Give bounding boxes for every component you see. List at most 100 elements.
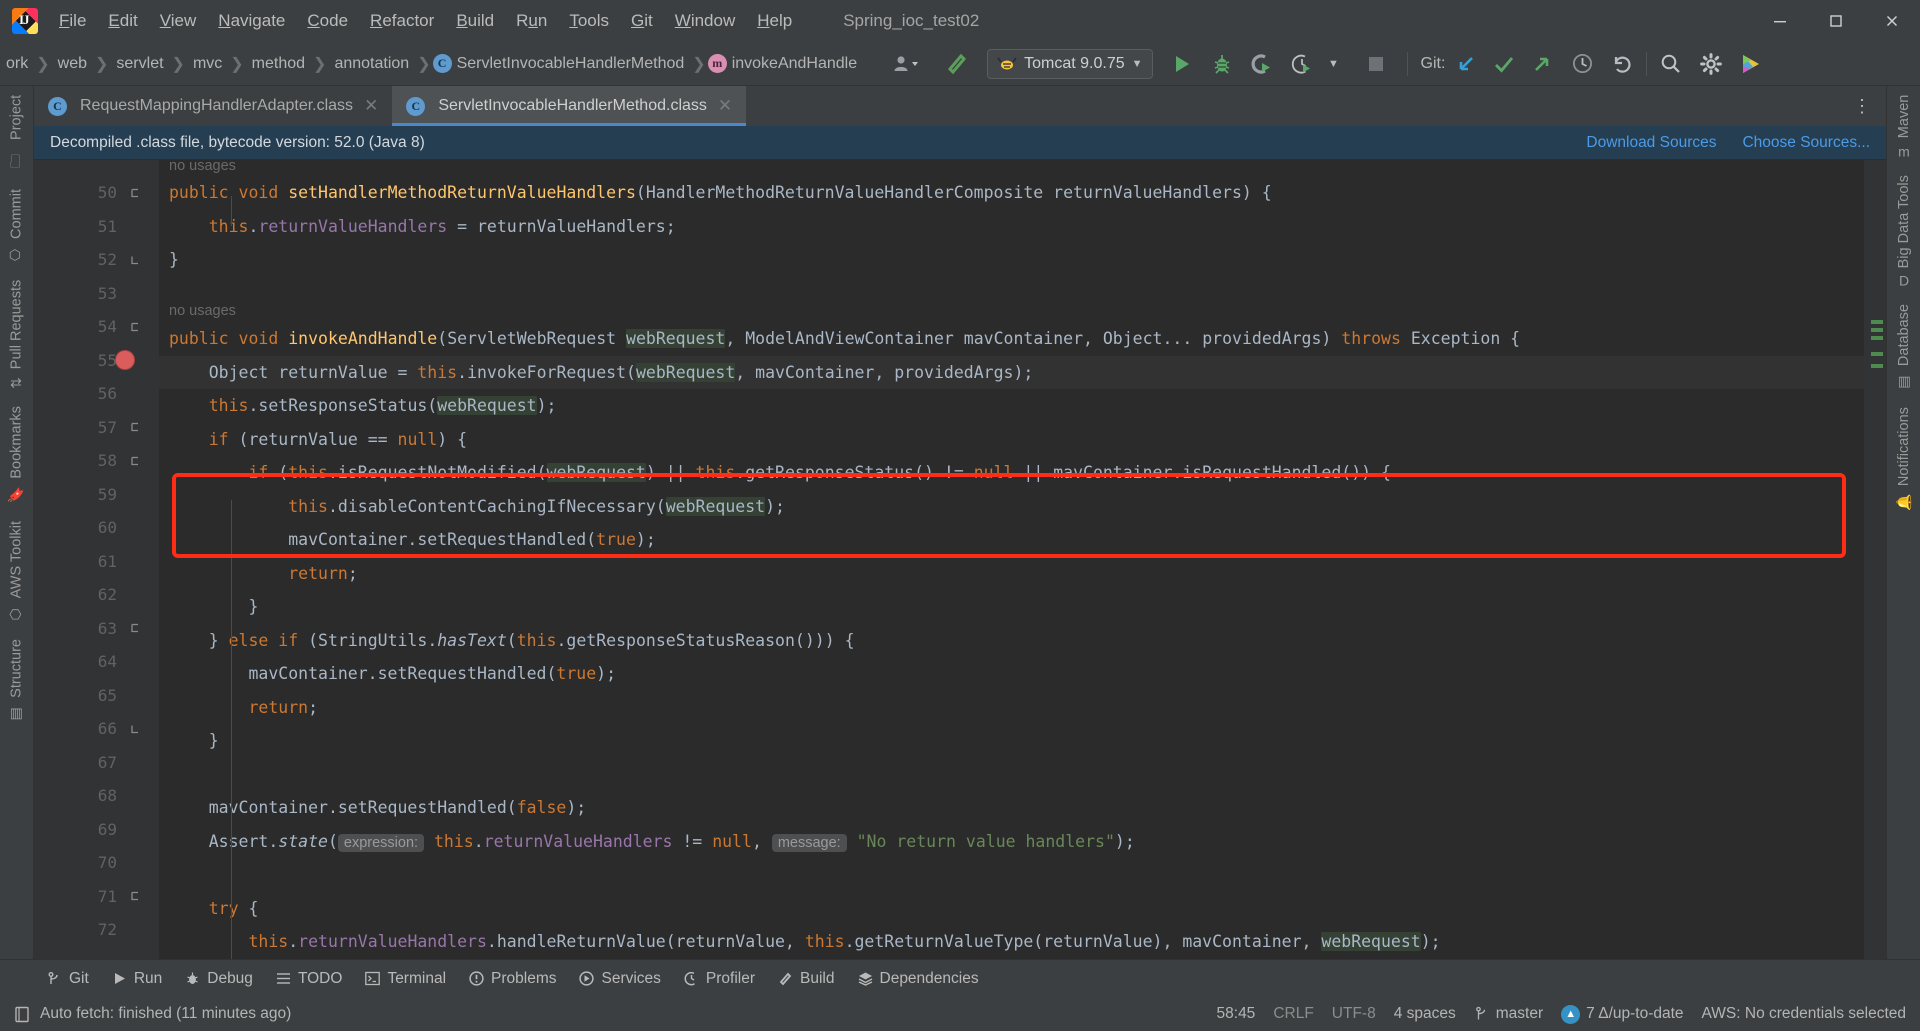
aws-credentials-widget[interactable]: AWS: No credentials selected — [1702, 1005, 1906, 1023]
breadcrumb-item-3[interactable]: mvc ❯ — [187, 54, 246, 74]
tool-window-dependencies[interactable]: Dependencies — [848, 966, 989, 992]
git-update-arrow-icon[interactable] — [1451, 49, 1481, 79]
tool-window-debug[interactable]: Debug — [175, 966, 263, 992]
breadcrumb-item-6[interactable]: C ServletInvocableHandlerMethod ❯ — [432, 54, 708, 74]
tab-servlet-invocable-handler-method[interactable]: C ServletInvocableHandlerMethod.class ✕ — [392, 86, 747, 126]
chevron-down-icon[interactable]: ▼ — [1319, 49, 1349, 79]
menu-navigate[interactable]: Navigate — [207, 7, 296, 35]
close-button[interactable] — [1864, 0, 1920, 42]
database-icon: ▤ — [1895, 372, 1912, 389]
menu-file[interactable]: File — [48, 7, 97, 35]
problems-icon — [469, 971, 484, 986]
menu-git[interactable]: Git — [620, 7, 664, 35]
fold-icon[interactable] — [130, 422, 141, 433]
line-separator[interactable]: CRLF — [1273, 1005, 1313, 1023]
fold-icon[interactable] — [130, 623, 141, 634]
code-content[interactable]: no usages public void setHandlerMethodRe… — [159, 160, 1864, 959]
tool-window-build[interactable]: Build — [768, 966, 844, 992]
debug-bug-icon[interactable] — [1207, 49, 1237, 79]
breadcrumb-item-7[interactable]: m invokeAndHandle — [707, 54, 863, 73]
sidebar-item-bookmarks[interactable]: 🔖 Bookmarks — [0, 397, 33, 512]
menu-edit[interactable]: Edit — [97, 7, 148, 35]
run-with-coverage-icon[interactable] — [1247, 49, 1277, 79]
code-line-57: if (returnValue == null) { — [208, 429, 468, 449]
minimize-button[interactable] — [1752, 0, 1808, 42]
hammer-build-icon[interactable] — [941, 49, 973, 79]
run-play-icon[interactable] — [1167, 49, 1197, 79]
breakpoint-icon[interactable] — [116, 351, 134, 370]
tool-window-terminal[interactable]: Terminal — [355, 966, 456, 992]
git-commit-check-icon[interactable] — [1489, 49, 1519, 79]
gutter-line-58: 58 — [34, 444, 159, 478]
close-icon[interactable]: ✕ — [364, 96, 378, 116]
update-status-widget[interactable]: ▲ 7 Δ/up-to-date — [1561, 1004, 1684, 1024]
choose-sources-link[interactable]: Choose Sources... — [1742, 134, 1870, 152]
gutter-line-66: 66 — [34, 712, 159, 746]
breadcrumb-item-5[interactable]: annotation ❯ — [328, 54, 432, 74]
more-options-icon[interactable]: ⋮ — [1839, 86, 1886, 126]
fold-icon[interactable] — [130, 891, 141, 902]
profiler-clock-icon[interactable] — [1287, 49, 1317, 79]
breadcrumb: ork ❯ web ❯ servlet ❯ mvc ❯ method ❯ annotati… — [0, 54, 863, 74]
file-encoding[interactable]: UTF-8 — [1332, 1005, 1376, 1023]
param-hint-message: message: — [771, 833, 847, 852]
sidebar-item-aws-toolkit[interactable]: ⬡ AWS Toolkit — [0, 512, 33, 630]
fold-icon[interactable] — [130, 187, 141, 198]
tool-window-run[interactable]: Run — [102, 966, 172, 992]
fold-icon[interactable] — [130, 723, 141, 734]
menu-code[interactable]: Code — [296, 7, 359, 35]
search-icon[interactable] — [1656, 49, 1686, 79]
tool-window-services[interactable]: Services — [569, 966, 670, 992]
tool-window-todo[interactable]: TODO — [266, 966, 353, 992]
close-icon[interactable]: ✕ — [718, 96, 732, 116]
ai-assistant-icon[interactable] — [1736, 49, 1766, 79]
decompiled-notification-banner: Decompiled .class file, bytecode version… — [34, 126, 1886, 160]
services-icon — [579, 971, 595, 986]
menu-tools[interactable]: Tools — [558, 7, 620, 35]
breadcrumb-item-4[interactable]: method ❯ — [246, 54, 329, 74]
tool-window-problems[interactable]: Problems — [459, 966, 566, 992]
sidebar-item-notifications[interactable]: 🔔 Notifications — [1895, 398, 1912, 519]
sidebar-item-maven[interactable]: m Maven — [1896, 86, 1912, 166]
breadcrumb-item-2[interactable]: servlet ❯ — [110, 54, 187, 74]
profiler-icon — [684, 971, 699, 986]
tool-window-profiler[interactable]: Profiler — [674, 966, 765, 992]
gear-settings-icon[interactable] — [1696, 49, 1726, 79]
event-log-icon[interactable] — [14, 1006, 31, 1023]
menu-help[interactable]: Help — [746, 7, 803, 35]
menu-run[interactable]: Run — [505, 7, 558, 35]
tab-request-mapping-handler-adapter[interactable]: C RequestMappingHandlerAdapter.class ✕ — [34, 86, 392, 126]
breadcrumb-item-1[interactable]: web ❯ — [52, 54, 111, 74]
git-history-clock-icon[interactable] — [1567, 49, 1597, 79]
sidebar-item-commit[interactable]: ⎔ Commit — [0, 180, 33, 271]
sidebar-item-pull-requests[interactable]: ⇄ Pull Requests — [0, 271, 33, 397]
breadcrumb-item-0[interactable]: ork ❯ — [0, 54, 52, 74]
user-profile-icon[interactable] — [885, 49, 929, 79]
menu-build[interactable]: Build — [445, 7, 505, 35]
git-rollback-undo-icon[interactable] — [1607, 49, 1637, 79]
structure-icon: ▤ — [8, 704, 25, 721]
run-configuration-selector[interactable]: Tomcat 9.0.75 ▼ — [987, 48, 1153, 79]
indent-setting[interactable]: 4 spaces — [1394, 1005, 1456, 1023]
maximize-button[interactable] — [1808, 0, 1864, 42]
code-editor[interactable]: 50 51 52 53 54 55 56 57 58 59 60 61 62 6… — [34, 160, 1886, 959]
editor-gutter[interactable]: 50 51 52 53 54 55 56 57 58 59 60 61 62 6… — [34, 160, 159, 959]
fold-icon[interactable] — [130, 254, 141, 265]
window-controls — [1752, 0, 1920, 42]
sidebar-item-structure[interactable]: ▤ Structure — [0, 630, 33, 730]
tool-window-git[interactable]: Git — [36, 966, 99, 992]
sidebar-item-database[interactable]: ▤ Database — [1896, 295, 1912, 398]
menu-window[interactable]: Window — [664, 7, 746, 35]
menu-view[interactable]: View — [149, 7, 208, 35]
fold-icon[interactable] — [130, 321, 141, 332]
sidebar-item-project[interactable]: 🗀 Project — [0, 86, 33, 180]
fold-icon[interactable] — [130, 455, 141, 466]
caret-position[interactable]: 58:45 — [1217, 1005, 1256, 1023]
stop-square-icon[interactable] — [1361, 49, 1391, 79]
git-push-arrow-icon[interactable] — [1527, 49, 1557, 79]
menu-refactor[interactable]: Refactor — [359, 7, 445, 35]
sidebar-item-big-data-tools[interactable]: D Big Data Tools — [1896, 166, 1912, 294]
git-branch-widget[interactable]: master — [1474, 1005, 1543, 1023]
download-sources-link[interactable]: Download Sources — [1586, 134, 1716, 152]
editor-marker-stripe[interactable] — [1864, 160, 1886, 959]
